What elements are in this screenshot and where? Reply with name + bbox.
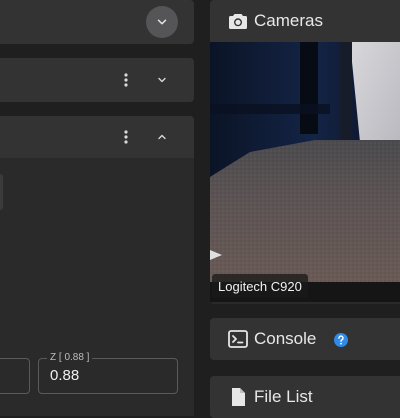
- file-list-panel: File List: [210, 376, 400, 418]
- more-vert-icon: [124, 73, 128, 87]
- camera-name-label: Logitech C920: [212, 274, 308, 298]
- panel-menu-button[interactable]: [116, 125, 136, 149]
- z-field[interactable]: Z [ 0.88 ] 0.88: [38, 352, 178, 394]
- collapsed-panel: [0, 58, 194, 102]
- panel-menu-button[interactable]: [116, 68, 136, 92]
- file-icon: [230, 387, 246, 407]
- z-field-label: Z [ 0.88 ]: [47, 352, 93, 364]
- chevron-up-icon: [156, 131, 168, 143]
- cameras-panel: Cameras Logitech C920: [210, 0, 400, 304]
- file-list-title: File List: [254, 387, 313, 406]
- camera-name: Logitech C920: [218, 278, 302, 294]
- cameras-title: Cameras: [254, 11, 323, 30]
- camera-icon: [228, 12, 248, 30]
- expanded-panel: Z [ 0.88 ] 0.88: [0, 116, 194, 416]
- camera-feed[interactable]: Logitech C920: [210, 42, 400, 302]
- partial-field[interactable]: [0, 358, 30, 394]
- edge-control[interactable]: [0, 174, 3, 210]
- chevron-down-icon: [155, 15, 169, 29]
- chevron-down-icon: [156, 74, 168, 86]
- z-field-value: 0.88: [50, 367, 80, 384]
- camera-image: [210, 42, 400, 302]
- expanded-panel-header: [0, 116, 194, 158]
- top-panel: [0, 0, 194, 44]
- panel-expand-button[interactable]: [150, 68, 174, 92]
- help-circle-icon[interactable]: [334, 333, 348, 347]
- terminal-icon: [228, 330, 248, 348]
- more-vert-icon: [124, 130, 128, 144]
- console-title: Console: [254, 329, 317, 348]
- panel-collapse-button[interactable]: [150, 125, 174, 149]
- expand-button[interactable]: [146, 6, 178, 38]
- cameras-header: Cameras: [210, 0, 400, 42]
- console-panel: Console: [210, 318, 400, 360]
